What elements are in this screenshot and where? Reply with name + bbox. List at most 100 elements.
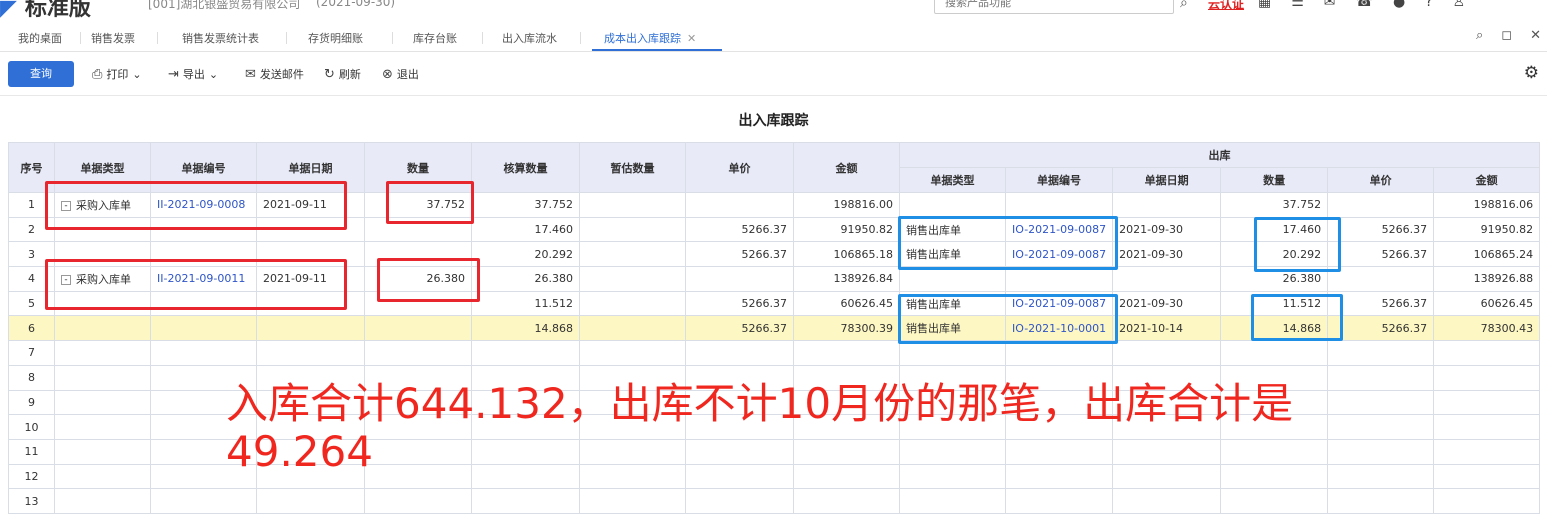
cell-doc-date: 2021-09-11 (256, 192, 365, 218)
col-out-qty: 数量 (1220, 167, 1329, 193)
exit-icon: ⊗ (382, 66, 393, 82)
cell-doc-type (54, 290, 151, 317)
cell-out-amount: 198816.06 (1433, 192, 1541, 218)
cell-out-doc-no-link[interactable] (1004, 266, 1114, 292)
cell-doc-date (256, 241, 365, 268)
cell-out-qty: 17.460 (1220, 216, 1329, 243)
cell-price (685, 266, 794, 292)
cell-out-qty: 37.752 (1220, 192, 1329, 218)
refresh-button[interactable]: ↻ 刷新 (324, 66, 361, 82)
cell-out-doc-type (899, 192, 1006, 218)
cell-out-doc-date: 2021-09-30 (1112, 216, 1222, 243)
col-out-price: 单价 (1327, 167, 1435, 193)
query-button[interactable]: 查询 (8, 61, 74, 87)
tab-search-icon[interactable]: ⌕ (1476, 28, 1483, 43)
cloud-auth-link[interactable]: 云认证 (1208, 0, 1244, 12)
cell-seq: 6 (8, 315, 55, 342)
table-row[interactable]: 2 17.460 5266.37 91950.82 销售出库单 IO-2021-… (8, 216, 1541, 243)
logo-icon: ◤ (0, 0, 17, 21)
col-est-qty: 暂估数量 (579, 142, 686, 193)
phone-icon[interactable]: ☎ (1356, 0, 1373, 10)
email-label: 发送邮件 (259, 68, 304, 81)
cell-amount: 91950.82 (793, 216, 900, 243)
send-email-button[interactable]: ✉ 发送邮件 (245, 66, 304, 82)
cell-doc-no-link[interactable] (150, 241, 257, 268)
close-window-icon[interactable]: ✕ (1530, 28, 1541, 43)
help-icon[interactable]: ? (1425, 0, 1432, 10)
cell-seq: 9 (8, 389, 55, 416)
cell-doc-no-link[interactable] (150, 290, 257, 317)
tab-inventory-ledger[interactable]: 库存台账 (413, 30, 457, 46)
cell-amount: 60626.45 (793, 290, 900, 317)
search-input[interactable] (934, 0, 1174, 14)
grid-icon[interactable]: ▦ (1258, 0, 1271, 10)
cell-check-qty: 20.292 (471, 241, 580, 268)
table-row[interactable]: 4 - 采购入库单 II-2021-09-0011 2021-09-11 26.3… (8, 266, 1541, 292)
cell-check-qty: 26.380 (471, 266, 580, 292)
col-doc-date: 单据日期 (256, 142, 365, 193)
tab-sales-invoice-stats[interactable]: 销售发票统计表 (182, 30, 259, 46)
cell-seq: 7 (8, 340, 55, 366)
col-out-amount: 金额 (1433, 167, 1541, 193)
cell-doc-no-link[interactable] (150, 216, 257, 243)
col-doc-type: 单据类型 (54, 142, 151, 193)
cell-seq: 8 (8, 364, 55, 391)
export-button[interactable]: ⇥ 导出 ⌄ (168, 66, 218, 82)
annotation-note-line2: 49.264 (226, 427, 373, 476)
cell-out-doc-no-link[interactable]: IO-2021-09-0087 (1004, 216, 1114, 243)
gear-icon[interactable]: ⚙ (1524, 63, 1539, 83)
list-icon[interactable]: ☰ (1291, 0, 1304, 10)
cell-out-doc-no-link[interactable]: IO-2021-09-0087 (1004, 290, 1114, 317)
cell-out-price (1327, 266, 1435, 292)
cell-out-doc-no-link[interactable] (1004, 192, 1114, 218)
cell-doc-type: - 采购入库单 (54, 192, 151, 218)
cell-doc-no-link[interactable] (150, 315, 257, 342)
cell-amount: 106865.18 (793, 241, 900, 268)
search-icon[interactable]: ⌕ (1180, 0, 1188, 11)
app-header: ◤标准版 [001]湖北银盛贸易有限公司 (2021-09-30) ⌕ 云认证 … (0, 0, 1547, 24)
cell-doc-type (54, 315, 151, 342)
table-row-selected[interactable]: 6 14.868 5266.37 78300.39 销售出库单 IO-2021-… (8, 315, 1541, 342)
tab-cost-inout-tracking[interactable]: 成本出入库跟踪 ✕ (604, 30, 696, 46)
cell-est-qty (579, 290, 686, 317)
message-icon[interactable]: ✉ (1324, 0, 1336, 10)
exit-button[interactable]: ⊗ 退出 (382, 66, 419, 82)
cell-est-qty (579, 266, 686, 292)
mascot-icon[interactable]: ● (1393, 0, 1405, 10)
tab-inventory-detail[interactable]: 存货明细账 (308, 30, 363, 46)
cell-out-qty: 26.380 (1220, 266, 1329, 292)
cell-out-price (1327, 192, 1435, 218)
cell-doc-no-link[interactable]: II-2021-09-0011 (150, 266, 257, 292)
cell-out-doc-type: 销售出库单 (899, 315, 1006, 342)
table-row-empty[interactable]: 13 (8, 488, 1541, 514)
cell-doc-date (256, 315, 365, 342)
tab-sales-invoice[interactable]: 销售发票 (91, 30, 135, 46)
cell-doc-no-link[interactable]: II-2021-09-0008 (150, 192, 257, 218)
close-icon[interactable]: ✕ (687, 32, 696, 45)
table-row-empty[interactable]: 7 (8, 340, 1541, 366)
tab-desktop[interactable]: 我的桌面 (18, 30, 62, 46)
annotation-note-line1: 入库合计644.132，出库不计10月份的那笔，出库合计是 (226, 379, 1294, 428)
tab-inout-flow[interactable]: 出入库流水 (502, 30, 557, 46)
cell-doc-date: 2021-09-11 (256, 266, 365, 292)
table-row[interactable]: 1 - 采购入库单 II-2021-09-0008 2021-09-11 37.7… (8, 192, 1541, 218)
print-button[interactable]: ⎙ 打印 ⌄ (92, 66, 142, 82)
cell-qty (364, 315, 472, 342)
cell-seq: 4 (8, 266, 55, 292)
cell-out-qty: 20.292 (1220, 241, 1329, 268)
maximize-icon[interactable]: ◻ (1501, 28, 1512, 43)
user-icon[interactable]: ♙ (1453, 0, 1466, 10)
table-row[interactable]: 3 20.292 5266.37 106865.18 销售出库单 IO-2021… (8, 241, 1541, 268)
doc-type-text: 采购入库单 (76, 272, 131, 286)
cell-doc-type: - 采购入库单 (54, 266, 151, 292)
window-controls: ⌕ ◻ ✕ (1476, 28, 1541, 43)
cell-seq: 11 (8, 438, 55, 465)
cell-check-qty: 14.868 (471, 315, 580, 342)
cell-out-doc-no-link[interactable]: IO-2021-10-0001 (1004, 315, 1114, 342)
collapse-icon[interactable]: - (61, 200, 71, 211)
table-row[interactable]: 5 11.512 5266.37 60626.45 销售出库单 IO-2021-… (8, 290, 1541, 317)
collapse-icon[interactable]: - (61, 274, 71, 285)
cell-check-qty: 37.752 (471, 192, 580, 218)
cell-out-doc-no-link[interactable]: IO-2021-09-0087 (1004, 241, 1114, 268)
print-label: 打印 (106, 68, 129, 81)
